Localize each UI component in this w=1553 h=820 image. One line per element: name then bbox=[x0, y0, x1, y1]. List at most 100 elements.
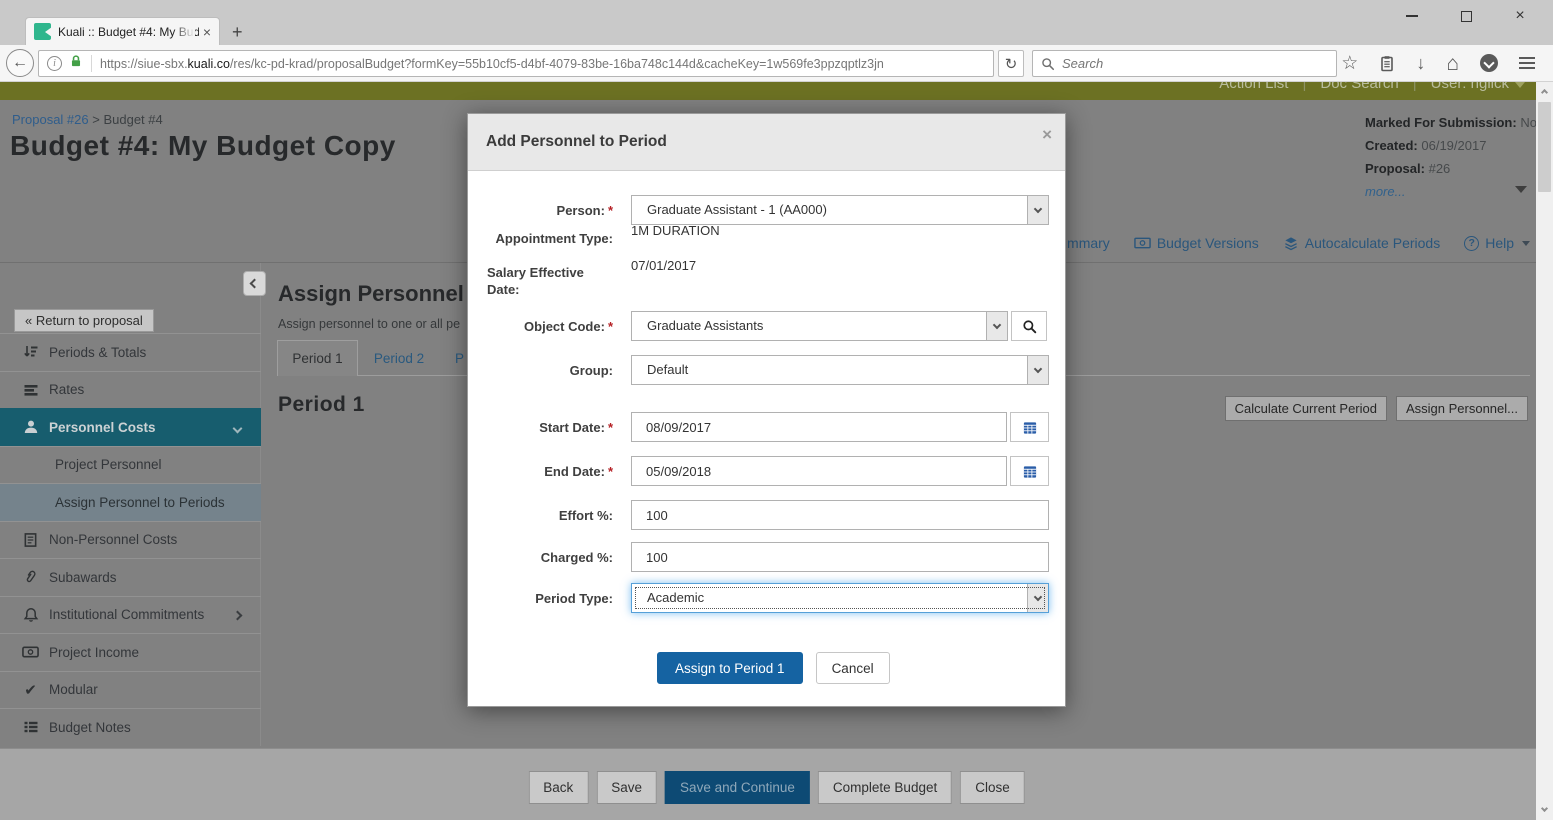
help-menu[interactable]: ? Help bbox=[1464, 235, 1530, 251]
url-bar[interactable]: i https://siue-sbx.kuali.co/res/kc-pd-kr… bbox=[38, 50, 994, 77]
effort-input[interactable] bbox=[631, 500, 1049, 530]
new-tab-button[interactable]: + bbox=[232, 22, 243, 43]
window-controls: × bbox=[1399, 4, 1533, 28]
sidebar-item-project-income[interactable]: Project Income bbox=[0, 633, 261, 671]
more-link[interactable]: more... bbox=[1365, 180, 1537, 203]
back-page-button[interactable]: Back bbox=[528, 771, 589, 804]
browser-toolbar: ← i https://siue-sbx.kuali.co/res/kc-pd-… bbox=[0, 45, 1553, 82]
user-menu[interactable]: User: nglick bbox=[1431, 82, 1525, 92]
search-input[interactable] bbox=[1062, 56, 1328, 71]
money-icon bbox=[1134, 237, 1151, 249]
chevron-down-icon bbox=[1515, 82, 1525, 88]
url-path: /res/kc-pd-krad/proposalBudget?formKey=5… bbox=[229, 56, 884, 71]
document-icon bbox=[22, 531, 39, 548]
page-footer: Back Save Save and Continue Complete Bud… bbox=[0, 748, 1553, 820]
sidebar-menu: Periods & Totals Rates Personnel Costs P… bbox=[0, 333, 261, 746]
person-select[interactable]: Graduate Assistant - 1 (AA000) bbox=[631, 195, 1049, 225]
sidebar-item-rates[interactable]: Rates bbox=[0, 370, 261, 409]
downloads-icon[interactable]: ↓ bbox=[1416, 54, 1425, 72]
sidebar-item-periods-totals[interactable]: Periods & Totals bbox=[0, 333, 261, 371]
budget-versions-link[interactable]: Budget Versions bbox=[1134, 235, 1259, 251]
meta-row: Marked For Submission: No bbox=[1365, 115, 1537, 130]
sidebar-item-assign-personnel-to-periods[interactable]: Assign Personnel to Periods bbox=[0, 483, 261, 521]
chevron-down-icon bbox=[1522, 240, 1530, 246]
assign-to-period-button[interactable]: Assign to Period 1 bbox=[657, 652, 803, 684]
browser-tab[interactable]: Kuali :: Budget #4: My Budg × bbox=[25, 17, 220, 45]
sidebar-item-non-personnel-costs[interactable]: Non-Personnel Costs bbox=[0, 520, 261, 559]
menu-icon[interactable] bbox=[1519, 56, 1535, 70]
tab-title-fade bbox=[173, 18, 195, 45]
end-date-input[interactable] bbox=[631, 456, 1007, 486]
modal-header: Add Personnel to Period bbox=[468, 114, 1065, 171]
clipboard-icon[interactable] bbox=[1379, 55, 1395, 72]
group-label: Group: bbox=[569, 363, 613, 378]
list-icon bbox=[22, 719, 39, 736]
modal-close-icon[interactable]: × bbox=[1042, 125, 1052, 145]
chevron-left-icon bbox=[249, 278, 260, 289]
autocalculate-periods-link[interactable]: Autocalculate Periods bbox=[1283, 235, 1440, 251]
doc-search-link[interactable]: Doc Search bbox=[1320, 82, 1398, 92]
breadcrumb-proposal-link[interactable]: Proposal #26 bbox=[12, 112, 89, 127]
tab-period-2[interactable]: Period 2 bbox=[358, 340, 440, 376]
scroll-up-arrow[interactable] bbox=[1536, 84, 1553, 100]
toolbar-icons: ☆ ↓ ⌂ bbox=[1341, 49, 1535, 77]
person-icon bbox=[22, 419, 39, 436]
assign-personnel-button[interactable]: Assign Personnel... bbox=[1395, 396, 1528, 421]
cancel-button[interactable]: Cancel bbox=[815, 652, 890, 684]
start-date-input[interactable] bbox=[631, 412, 1007, 442]
tab-close-icon[interactable]: × bbox=[203, 24, 211, 40]
required-marker: * bbox=[607, 464, 613, 479]
charged-input[interactable] bbox=[631, 542, 1049, 572]
back-button[interactable]: ← bbox=[6, 49, 34, 77]
sidebar-collapse-button[interactable] bbox=[243, 271, 266, 296]
period-type-select[interactable]: Academic bbox=[631, 583, 1049, 613]
sidebar-item-personnel-costs[interactable]: Personnel Costs bbox=[0, 408, 261, 446]
start-date-calendar-button[interactable] bbox=[1010, 412, 1049, 442]
tab-period-1[interactable]: Period 1 bbox=[277, 340, 358, 376]
object-code-select[interactable]: Graduate Assistants bbox=[631, 311, 1008, 341]
chevron-down-icon bbox=[1027, 196, 1048, 224]
breadcrumb: Proposal #26 > Budget #4 bbox=[12, 112, 163, 127]
collapse-header-icon[interactable] bbox=[1515, 186, 1527, 193]
pocket-icon[interactable] bbox=[1480, 54, 1498, 72]
footer-buttons: Back Save Save and Continue Complete Bud… bbox=[528, 771, 1025, 804]
return-to-proposal-button[interactable]: « Return to proposal bbox=[14, 309, 154, 332]
page-scrollbar[interactable] bbox=[1536, 82, 1553, 820]
required-marker: * bbox=[607, 203, 613, 218]
layers-icon bbox=[1284, 236, 1297, 250]
save-button[interactable]: Save bbox=[596, 771, 658, 804]
screen: Kuali :: Budget #4: My Budg × + × ← i ht… bbox=[0, 0, 1553, 820]
action-list-link[interactable]: Action List bbox=[1219, 82, 1288, 92]
close-page-button[interactable]: Close bbox=[960, 771, 1025, 804]
group-select[interactable]: Default bbox=[631, 355, 1049, 385]
object-code-lookup-button[interactable] bbox=[1011, 311, 1047, 341]
home-icon[interactable]: ⌂ bbox=[1446, 53, 1459, 74]
save-and-continue-button[interactable]: Save and Continue bbox=[665, 771, 810, 804]
bookmark-star-icon[interactable]: ☆ bbox=[1341, 54, 1358, 73]
modal-title: Add Personnel to Period bbox=[486, 133, 667, 150]
minimize-button[interactable] bbox=[1399, 4, 1425, 28]
money-icon bbox=[22, 644, 39, 661]
sidebar-item-project-personnel[interactable]: Project Personnel bbox=[0, 445, 261, 484]
meta-row: Proposal: #26 bbox=[1365, 161, 1451, 176]
scrollbar-thumb[interactable] bbox=[1538, 102, 1551, 192]
sidebar-item-budget-notes[interactable]: Budget Notes bbox=[0, 708, 261, 746]
complete-budget-button[interactable]: Complete Budget bbox=[817, 771, 953, 804]
sidebar-item-subawards[interactable]: Subawards bbox=[0, 558, 261, 596]
search-bar[interactable] bbox=[1032, 50, 1337, 77]
scroll-down-arrow[interactable] bbox=[1536, 802, 1553, 818]
calculate-current-period-button[interactable]: Calculate Current Period bbox=[1224, 396, 1387, 421]
close-window-button[interactable]: × bbox=[1507, 4, 1533, 28]
maximize-button[interactable] bbox=[1453, 4, 1479, 28]
reload-button[interactable]: ↻ bbox=[998, 50, 1024, 77]
breadcrumb-separator: > bbox=[92, 112, 100, 127]
sort-amount-icon bbox=[22, 344, 39, 361]
sidebar-item-modular[interactable]: ✔ Modular bbox=[0, 670, 261, 709]
end-date-calendar-button[interactable] bbox=[1010, 456, 1049, 486]
sidebar-item-institutional-commitments[interactable]: Institutional Commitments bbox=[0, 595, 261, 634]
page-info-icon[interactable]: i bbox=[47, 56, 62, 71]
chevron-down-icon bbox=[1027, 356, 1048, 384]
search-icon bbox=[1042, 57, 1055, 70]
browser-titlebar: Kuali :: Budget #4: My Budg × + × bbox=[0, 0, 1553, 45]
chevron-down-icon bbox=[1027, 584, 1048, 612]
